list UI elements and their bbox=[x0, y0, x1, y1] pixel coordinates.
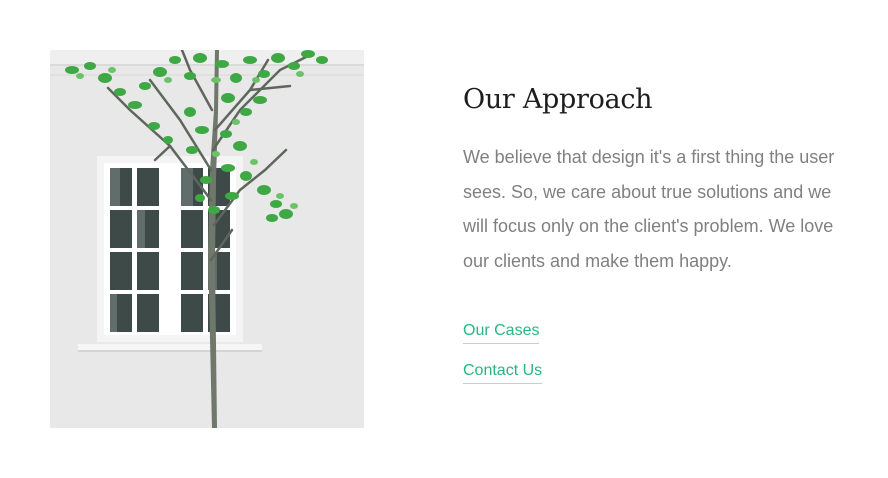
contact-us-link[interactable]: Contact Us bbox=[463, 360, 543, 384]
section-heading: Our Approach bbox=[463, 84, 653, 115]
section-body-text: We believe that design it's a first thin… bbox=[463, 147, 835, 271]
our-cases-link[interactable]: Our Cases bbox=[463, 320, 540, 344]
section-links: Our Cases Contact Us bbox=[463, 320, 863, 400]
approach-section: Our Approach We believe that design it's… bbox=[463, 78, 863, 400]
approach-image bbox=[50, 50, 364, 428]
